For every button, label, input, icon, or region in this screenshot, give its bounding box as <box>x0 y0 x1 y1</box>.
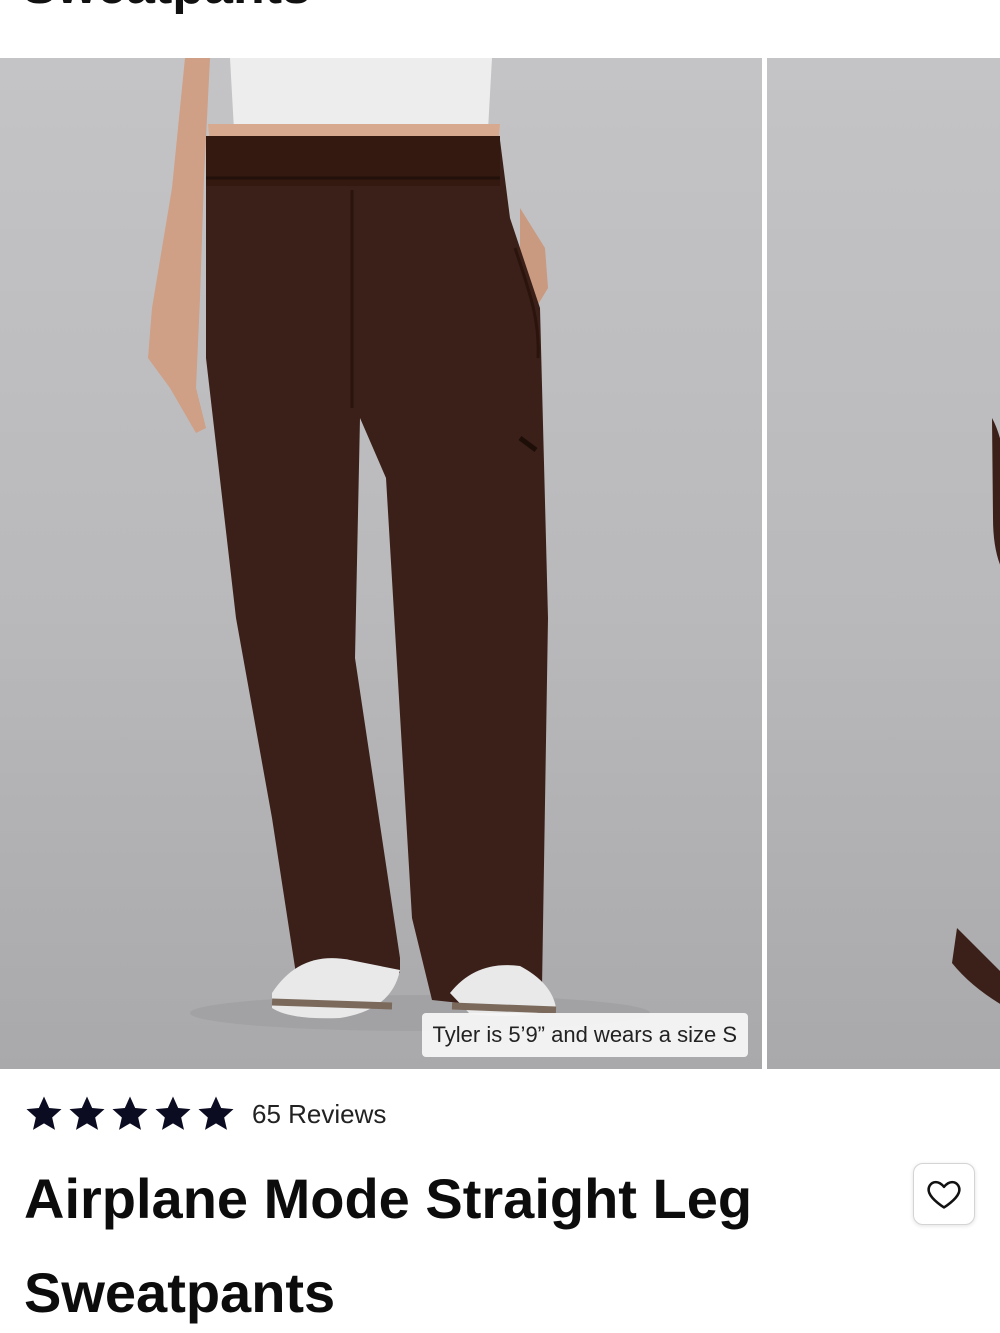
star-icon <box>198 1096 234 1130</box>
model-size-caption: Tyler is 5’9” and wears a size S <box>421 1013 748 1057</box>
rating-row[interactable]: 65 Reviews <box>24 1092 386 1136</box>
previous-title-peek: Sweatpants <box>22 0 311 16</box>
star-icon <box>26 1096 62 1130</box>
star-icon <box>69 1096 105 1130</box>
star-rating <box>24 1094 236 1134</box>
product-photo-illustration <box>148 58 650 1031</box>
product-title: Airplane Mode Straight Leg Sweatpants <box>24 1167 753 1324</box>
product-image-next[interactable] <box>767 58 1000 1069</box>
product-page: Sweatpants <box>0 0 1000 1333</box>
star-icon <box>155 1096 191 1130</box>
reviews-link[interactable]: 65 Reviews <box>252 1099 386 1130</box>
image-carousel[interactable]: Tyler is 5’9” and wears a size S <box>0 58 1000 1069</box>
product-photo-illustration-next <box>952 418 1000 1004</box>
heart-icon <box>927 1180 961 1209</box>
product-image[interactable]: Tyler is 5’9” and wears a size S <box>0 58 762 1069</box>
star-icon <box>112 1096 148 1130</box>
wishlist-button[interactable] <box>913 1163 975 1225</box>
